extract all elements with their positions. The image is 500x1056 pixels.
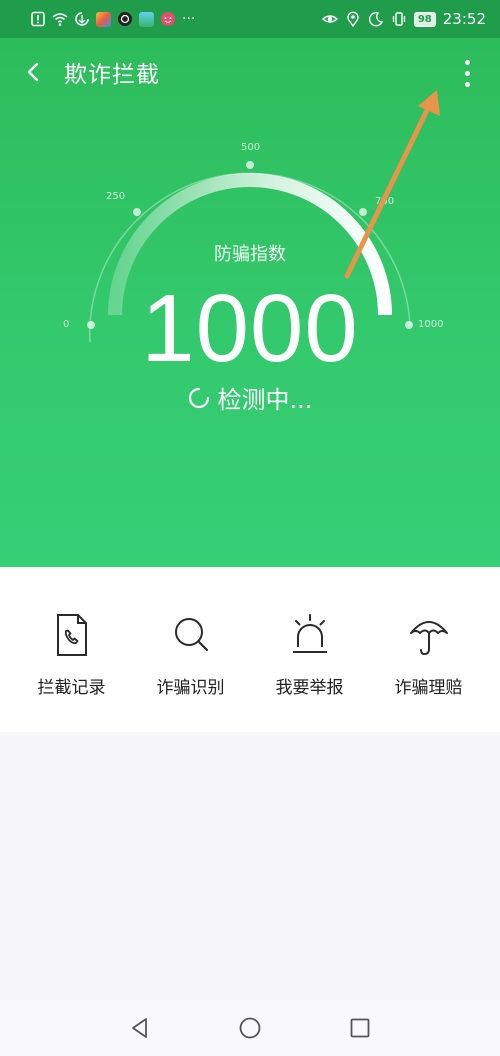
- detection-status: 检测中...: [0, 380, 500, 415]
- nav-recents-button[interactable]: [305, 1000, 415, 1056]
- action-label-report: 我要举报: [275, 678, 344, 698]
- gauge-tick-label-250: 250: [106, 191, 126, 202]
- eye-comfort-icon: [321, 11, 338, 27]
- system-navigation-bar: [0, 1000, 500, 1056]
- action-fraud-identify[interactable]: 诈骗识别: [136, 613, 246, 698]
- home-circle-icon: [239, 1017, 261, 1039]
- vibrate-icon: [391, 11, 407, 27]
- anti-fraud-index-label: 防骗指数: [214, 244, 286, 265]
- quick-actions: 拦截记录 诈骗识别 我要举报 诈骗理赔: [0, 567, 500, 732]
- camera-app-icon: [117, 11, 133, 27]
- more-options-button[interactable]: [452, 56, 482, 90]
- recents-square-icon: [350, 1018, 370, 1038]
- gauge-tick-label-500: 500: [241, 142, 261, 153]
- back-triangle-icon: [132, 1018, 147, 1038]
- action-label-block-records: 拦截记录: [37, 678, 106, 698]
- alert-icon: [30, 11, 46, 27]
- status-bar: ··· 98 23:52: [0, 0, 500, 38]
- action-label-fraud-identify: 诈骗识别: [156, 678, 225, 698]
- call-record-icon: [52, 613, 92, 657]
- status-right-icons: 98 23:52: [321, 10, 486, 28]
- data-saver-icon: [74, 11, 90, 27]
- wifi-icon: [52, 11, 68, 27]
- nav-home-button[interactable]: [195, 1000, 305, 1056]
- do-not-disturb-icon: [368, 11, 384, 27]
- back-button[interactable]: [4, 38, 64, 106]
- gallery-app-icon: [139, 11, 154, 27]
- location-icon: [345, 11, 361, 27]
- detection-status-text: 检测中...: [217, 386, 313, 414]
- action-report[interactable]: 我要举报: [255, 613, 365, 698]
- status-left-icons: ···: [30, 11, 195, 27]
- umbrella-icon: [409, 613, 449, 657]
- more-vertical-icon-dot: [464, 59, 470, 65]
- page-title: 欺诈拦截: [64, 62, 160, 88]
- top-app-bar: 欺诈拦截: [0, 38, 500, 106]
- gauge-tick-dot-250: [133, 208, 141, 216]
- battery-indicator: 98: [413, 11, 436, 27]
- more-notifications-indicator: ···: [182, 11, 196, 27]
- more-vertical-icon-dot: [464, 81, 470, 87]
- message-app-icon: [160, 11, 176, 27]
- status-time: 23:52: [442, 10, 486, 28]
- nav-back-button[interactable]: [85, 1000, 195, 1056]
- loading-spinner-icon: [188, 387, 209, 408]
- action-label-fraud-claim: 诈骗理赔: [394, 678, 463, 698]
- gauge-tick-label-750: 750: [375, 196, 395, 207]
- anti-fraud-score: 1000: [141, 275, 359, 382]
- alarm-siren-icon: [290, 613, 330, 657]
- hero-panel: 0 250 500 750 1000 防骗指数 1000 检测中... 欺诈拦截: [0, 38, 500, 567]
- gauge-tick-dot-750: [359, 208, 367, 216]
- search-icon: [171, 613, 211, 657]
- action-block-records[interactable]: 拦截记录: [17, 613, 127, 698]
- more-vertical-icon-dot: [464, 70, 470, 76]
- gauge-tick-dot-500: [246, 161, 254, 169]
- app-notification-icon: [96, 11, 111, 27]
- action-fraud-claim[interactable]: 诈骗理赔: [374, 613, 484, 698]
- back-arrow-icon: [27, 62, 39, 82]
